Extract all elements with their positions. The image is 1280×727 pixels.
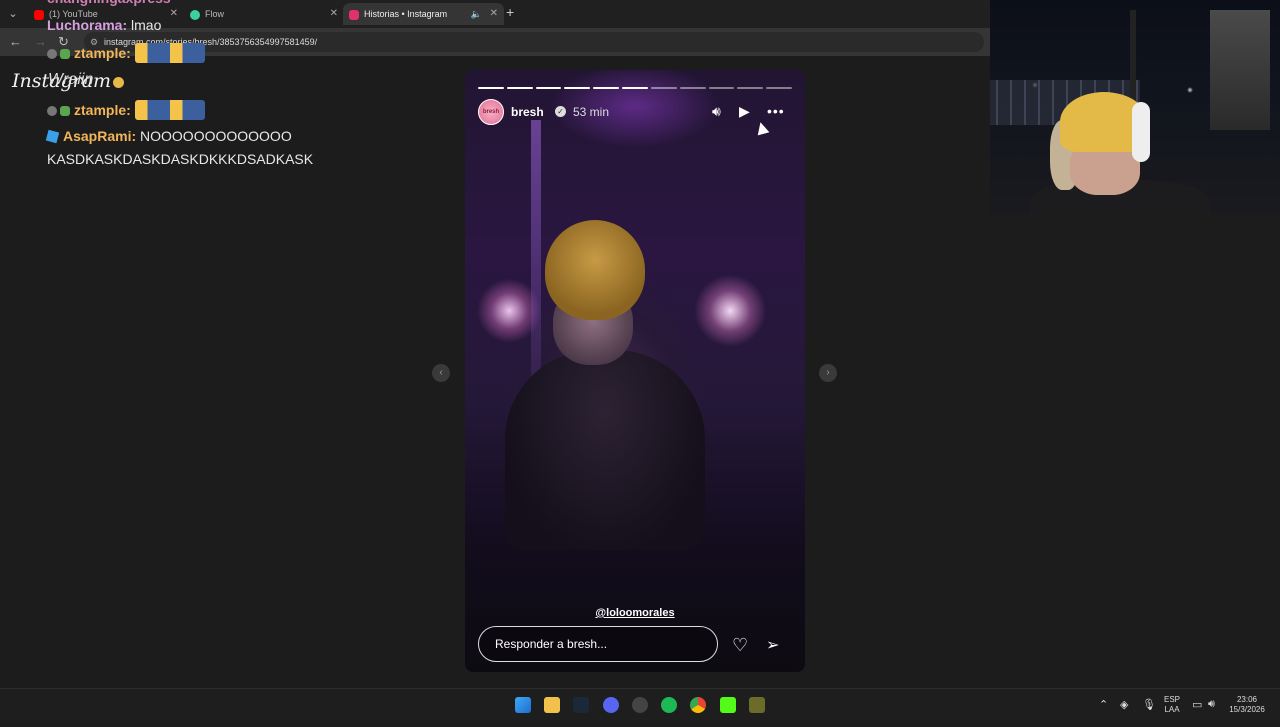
frog-badge-icon (60, 106, 70, 116)
mention-tag[interactable]: @loloomorales (465, 607, 805, 619)
discord-icon[interactable] (603, 697, 619, 713)
progress-segment (708, 87, 735, 89)
chat-message: ztample: (47, 43, 205, 63)
volume-icon[interactable]: 🔊︎ (1208, 698, 1215, 711)
play-icon[interactable]: ▶ (739, 103, 750, 120)
next-story-button[interactable]: › (819, 364, 837, 382)
progress-segment (650, 87, 677, 89)
chrome-icon[interactable] (690, 697, 706, 713)
story-viewer[interactable]: bresh bresh ✓ 53 min 🔊︎ ▶ ••• @loloomora… (465, 70, 805, 672)
progress-segment (535, 87, 562, 89)
heart-icon[interactable]: ♡ (732, 635, 748, 656)
story-username[interactable]: bresh (511, 105, 544, 119)
webcam-overlay (990, 0, 1280, 213)
story-progress-bar (478, 87, 792, 89)
headphones-icon (1132, 102, 1150, 162)
chat-username: AsapRami (63, 128, 132, 144)
minion-emote-icon (134, 100, 205, 120)
story-header: bresh bresh ✓ 53 min 🔊︎ ▶ ••• (478, 98, 792, 128)
chat-message: ztample: (47, 100, 205, 120)
spotify-icon[interactable] (661, 697, 677, 713)
window-frame (1210, 10, 1270, 130)
chat-text: lmao (131, 17, 162, 33)
tab-instagram[interactable]: Historias • Instagram 🔈 ✕ (343, 3, 504, 25)
chat-text: NOOOOOOOOOOOOO (140, 128, 292, 144)
tab-search-button[interactable]: ⌄ (4, 5, 22, 23)
tab-title: Flow (205, 9, 225, 19)
badge-icon (47, 49, 57, 59)
monitor-icon[interactable]: ▭ (1192, 698, 1202, 711)
forward-icon[interactable]: → (34, 34, 47, 49)
story-photo-person (505, 350, 705, 550)
progress-segment (564, 87, 591, 89)
steam-icon[interactable] (573, 697, 589, 713)
chat-username: Luchorama (47, 17, 123, 33)
close-icon[interactable]: ✕ (490, 3, 498, 25)
security-icon[interactable]: ◈ (1120, 698, 1128, 711)
file-explorer-icon[interactable] (544, 697, 560, 713)
close-icon[interactable]: ✕ (170, 3, 178, 25)
address-bar[interactable]: ⚙ instagram.com/stories/bresh/3853756354… (84, 32, 984, 52)
clock-date: 15/3/2026 (1229, 705, 1265, 714)
clock[interactable]: 23:06 15/3/2026 (1222, 695, 1272, 727)
chat-partial-line: changhingaxpress (47, 0, 171, 6)
language-indicator[interactable]: ESP LAA (1160, 695, 1184, 727)
story-time: 53 min (573, 105, 610, 119)
reply-input[interactable]: Responder a bresh... (478, 626, 718, 662)
cube-badge-icon (45, 129, 60, 144)
windows-taskbar: ⌃ ◈ 🎙︎ ESP LAA ▭ 🔊︎ 23:06 15/3/2026 (0, 688, 1280, 721)
kick-icon[interactable] (720, 697, 736, 713)
chat-username: ztample (74, 45, 127, 61)
windows-start-icon[interactable] (515, 697, 531, 713)
back-icon[interactable]: ← (9, 34, 22, 49)
progress-segment (478, 87, 504, 89)
flow-icon (190, 9, 200, 20)
lang-code: ESP (1163, 695, 1180, 704)
chat-message: AsapRami: NOOOOOOOOOOOOO (45, 128, 292, 144)
progress-segment (766, 87, 792, 89)
progress-segment (679, 87, 706, 89)
minion-emote-icon (134, 43, 205, 63)
progress-segment (622, 87, 648, 89)
microphone-icon[interactable]: 🎙︎ (1142, 698, 1156, 711)
progress-segment (737, 87, 764, 89)
progress-segment (506, 87, 533, 89)
obs-icon[interactable] (632, 697, 648, 713)
story-photo-beanie (545, 220, 645, 320)
send-icon[interactable]: ➢ (766, 635, 779, 655)
emoji-icon (113, 77, 124, 88)
lang-layout: LAA (1164, 705, 1180, 714)
more-icon[interactable]: ••• (767, 103, 785, 119)
previous-story-button[interactable]: ‹ (432, 364, 450, 382)
audio-icon[interactable]: 🔈 (471, 3, 482, 25)
overlay-name: Wraiin (48, 71, 94, 88)
chat-text-wrap: KASDKASKDASKDASKDKKKDSADKASK (47, 151, 314, 167)
badge-icon (47, 106, 57, 116)
chat-message: Luchorama: lmao (47, 17, 162, 33)
close-icon[interactable]: ✕ (330, 3, 338, 25)
chat-username: ztample (74, 102, 127, 118)
tab-flow[interactable]: Flow ✕ (184, 3, 344, 25)
progress-segment (593, 87, 620, 89)
frog-badge-icon (60, 49, 70, 59)
chevron-up-icon[interactable]: ⌃ (1099, 698, 1108, 711)
new-tab-button[interactable]: + (506, 4, 514, 20)
avatar[interactable]: bresh (478, 99, 504, 125)
app-icon[interactable] (749, 697, 765, 713)
instagram-icon (349, 9, 359, 20)
youtube-icon (34, 9, 44, 20)
clock-time: 23:06 (1236, 695, 1258, 704)
verified-icon: ✓ (555, 106, 566, 117)
tab-title: Historias • Instagram (364, 9, 448, 19)
speaker-icon[interactable]: 🔊︎ (712, 103, 721, 120)
